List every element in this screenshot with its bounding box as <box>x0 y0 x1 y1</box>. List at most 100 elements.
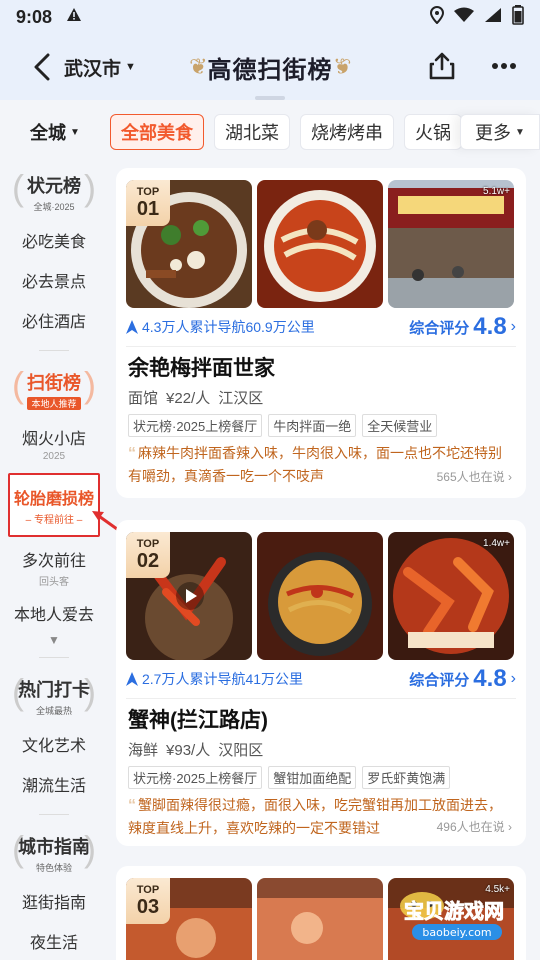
divider <box>126 698 516 699</box>
category-chip-hubei[interactable]: 湖北菜 <box>214 114 290 150</box>
rating-link[interactable]: 综合评分 4.8 › <box>409 665 516 693</box>
caret-down-icon: ▼ <box>70 126 80 138</box>
sidebar-item-label: 多次前往 <box>21 552 86 570</box>
sidebar-item-culture-art[interactable]: 文化艺术 <box>0 724 108 764</box>
sidebar-item-locals-love[interactable]: 本地人爱去 <box>0 593 108 633</box>
rank-badge: TOP 01 <box>126 180 170 226</box>
quote-icon: “ <box>128 797 136 814</box>
restaurant-price: ¥93/人 <box>166 742 211 759</box>
sidebar-group-title: 扫街榜 <box>27 372 81 393</box>
laurel-right-icon: ❦ <box>332 54 351 79</box>
comment-count-link[interactable]: 565人也在说 › <box>437 468 512 485</box>
tag: 罗氏虾黄饱满 <box>362 766 451 789</box>
laurel-left-icon: ( <box>12 828 24 869</box>
expand-chevron-icon[interactable]: ▼ <box>0 633 108 647</box>
category-chip-all-food[interactable]: 全部美食 <box>110 114 204 150</box>
sidebar-group-hot-checkin: ( ) 热门打卡 全城最热 <box>0 668 108 724</box>
tag-list: 状元榜·2025上榜餐厅 牛肉拌面一绝 全天候营业 <box>128 414 438 437</box>
sidebar-item-repeat-visits[interactable]: 多次前往 回头客 <box>0 541 108 593</box>
food-photo[interactable] <box>257 532 383 660</box>
rank-number: 02 <box>136 550 160 572</box>
comment-count-link[interactable]: 496人也在说 › <box>437 818 512 835</box>
restaurant-card[interactable]: TOP 02 1.4w+ 2.7万人累计导航41万公里 综合评分 4.8 › 蟹… <box>116 520 526 846</box>
tag: 蟹钳加面绝配 <box>268 766 357 789</box>
site-watermark-logo: 宝贝游戏网 baobeiy.com <box>400 892 504 940</box>
rating-score: 4.8 <box>473 665 507 692</box>
warning-icon <box>66 7 82 28</box>
city-selector[interactable]: 武汉市 ▼ <box>64 54 136 81</box>
restaurant-card[interactable]: TOP 01 5.1w+ 4.3万人累计导航60.9万公里 综合评分 4.8 ›… <box>116 168 526 498</box>
back-arrow-icon <box>34 53 50 81</box>
rating-link[interactable]: 综合评分 4.8 › <box>409 313 516 341</box>
area-filter-label: 全城 <box>30 123 67 143</box>
photo-strip[interactable]: TOP 02 1.4w+ <box>126 532 516 660</box>
restaurant-name[interactable]: 余艳梅拌面世家 <box>128 352 275 382</box>
navigation-stats: 4.3万人累计导航60.9万公里 <box>126 317 315 337</box>
caret-down-icon: ▼ <box>515 126 525 138</box>
laurel-left-icon: ( <box>12 167 24 208</box>
sidebar-item-sublabel: 回头客 <box>39 576 69 588</box>
svg-text:baobeiy.com: baobeiy.com <box>422 926 491 939</box>
sidebar-item-must-stay[interactable]: 必住酒店 <box>0 300 108 340</box>
rank-label: TOP <box>136 884 160 896</box>
food-photo[interactable] <box>257 180 383 308</box>
svg-text:宝贝游戏网: 宝贝游戏网 <box>404 899 504 923</box>
tag: 状元榜·2025上榜餐厅 <box>128 414 263 437</box>
sidebar-group-subtitle: 本地人推荐 <box>27 396 81 410</box>
more-categories-label: 更多 <box>475 123 512 143</box>
back-button[interactable] <box>20 45 64 89</box>
rating-label: 综合评分 <box>409 671 470 689</box>
view-count: 4.5k+ <box>485 884 510 895</box>
app-header: 武汉市 ▼ ❦ 高德扫街榜 ❦ <box>0 34 540 100</box>
nav-row: 4.3万人累计导航60.9万公里 综合评分 4.8 › <box>126 313 516 341</box>
divider <box>126 346 516 347</box>
sidebar-item-sublabel: – 专程前往 – <box>25 514 83 526</box>
laurel-left-icon: ( <box>12 671 24 712</box>
sidebar-item-tire-wear[interactable]: 轮胎磨损榜 – 专程前往 – <box>8 473 100 537</box>
location-icon <box>429 5 445 29</box>
view-count: 5.1w+ <box>483 186 510 197</box>
sidebar-item-must-eat[interactable]: 必吃美食 <box>0 220 108 260</box>
sidebar-item-shopping-guide[interactable]: 逛街指南 <box>0 881 108 921</box>
sidebar-item-label: 烟火小店 <box>21 430 86 448</box>
food-photo[interactable] <box>388 532 514 660</box>
tag: 全天候营业 <box>362 414 438 437</box>
sidebar-group-subtitle: 全城最热 <box>31 703 76 717</box>
photo-strip[interactable]: TOP 01 5.1w+ <box>126 180 516 308</box>
sheet-handle[interactable] <box>255 96 285 100</box>
area-filter[interactable]: 全城 ▼ <box>0 119 110 145</box>
page-title-wrap: ❦ 高德扫街榜 ❦ <box>180 44 360 90</box>
laurel-left-icon: ❦ <box>189 54 208 79</box>
share-button[interactable] <box>424 44 460 88</box>
food-photo[interactable] <box>257 878 383 960</box>
more-options-button[interactable] <box>486 44 522 88</box>
laurel-right-icon: ) <box>84 671 96 712</box>
rank-badge: TOP 03 <box>126 878 170 924</box>
tag: 牛肉拌面一绝 <box>268 414 357 437</box>
storefront-photo[interactable] <box>388 180 514 308</box>
sidebar-item-must-visit[interactable]: 必去景点 <box>0 260 108 300</box>
sidebar-item-trend-life[interactable]: 潮流生活 <box>0 764 108 804</box>
rank-label: TOP <box>136 186 160 198</box>
restaurant-name[interactable]: 蟹神(拦江路店) <box>128 704 268 734</box>
more-categories-button[interactable]: 更多 ▼ <box>460 114 540 150</box>
category-chip-hotpot[interactable]: 火锅 <box>404 114 462 150</box>
navigation-stats: 2.7万人累计导航41万公里 <box>126 669 303 689</box>
rating-label: 综合评分 <box>409 319 470 337</box>
chevron-right-icon: › <box>510 318 516 335</box>
laurel-left-icon: ( <box>12 364 24 405</box>
rating-score: 4.8 <box>473 313 507 340</box>
chevron-right-icon: › <box>504 470 512 484</box>
play-icon[interactable] <box>176 582 204 610</box>
laurel-right-icon: ) <box>84 364 96 405</box>
status-bar: 9:08 <box>0 0 540 34</box>
page-title: 高德扫街榜 <box>207 56 333 84</box>
sidebar-group-title: 城市指南 <box>18 836 90 857</box>
category-chip-bbq[interactable]: 烧烤烤串 <box>300 114 394 150</box>
restaurant-price: ¥22/人 <box>166 390 211 407</box>
sidebar-item-nightlife[interactable]: 夜生活 <box>0 921 108 960</box>
divider <box>39 350 69 351</box>
status-time: 9:08 <box>16 6 53 27</box>
sidebar-item-smoky-shops[interactable]: 烟火小店 2025 <box>0 417 108 469</box>
caret-down-icon: ▼ <box>125 61 136 73</box>
